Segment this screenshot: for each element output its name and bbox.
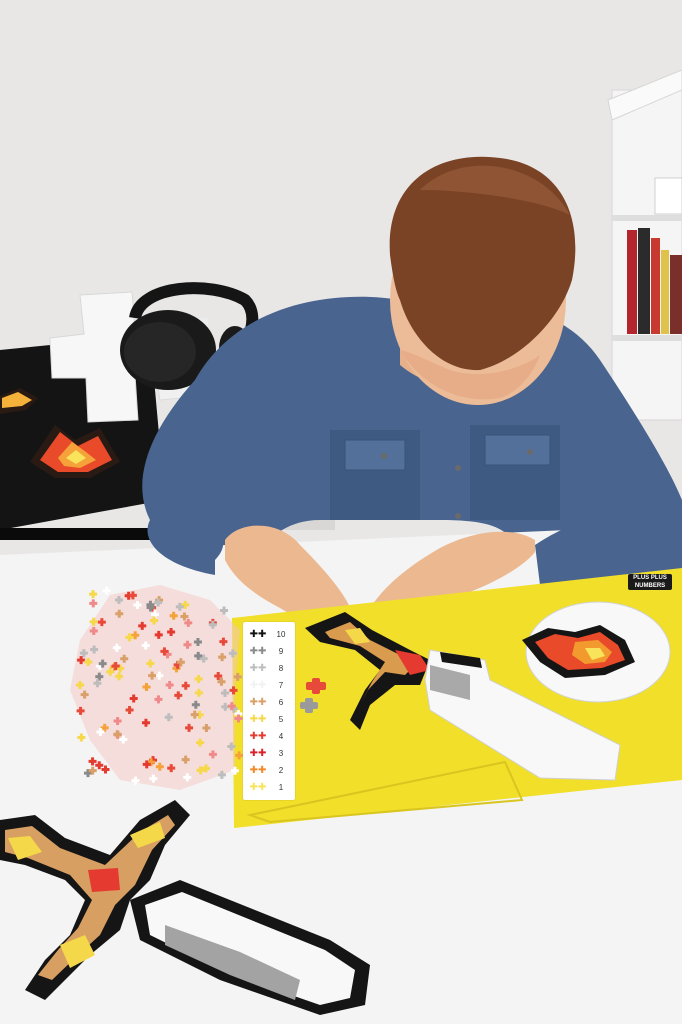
strip-row: ✚✚ 2 bbox=[243, 764, 295, 778]
plus-piece-icon: ✚✚ bbox=[249, 629, 267, 640]
strip-number: 1 bbox=[278, 783, 284, 792]
plus-piece-icon: ✚✚ bbox=[249, 714, 267, 725]
strip-row: ✚✚ 6 bbox=[243, 696, 295, 710]
strip-row: ✚✚ 8 bbox=[243, 662, 295, 676]
strip-number: 6 bbox=[278, 698, 284, 707]
strip-row: ✚✚ 1 bbox=[243, 781, 295, 795]
plus-piece-icon: ✚✚ bbox=[249, 782, 267, 793]
shirt-pocket-left bbox=[344, 439, 406, 471]
book bbox=[661, 250, 669, 334]
plus-piece-icon: ✚✚ bbox=[249, 697, 267, 708]
plus-piece-icon: ✚✚ bbox=[249, 663, 267, 674]
scene-illustration bbox=[0, 0, 682, 1024]
strip-row: ✚✚ 5 bbox=[243, 713, 295, 727]
shirt-pocket-right bbox=[484, 434, 551, 466]
bookshelf bbox=[607, 69, 682, 421]
plus-piece-icon: ✚✚ bbox=[249, 731, 267, 742]
strip-number: 8 bbox=[278, 664, 284, 673]
strip-row: ✚✚ 10 bbox=[243, 628, 295, 642]
strip-number: 3 bbox=[278, 749, 284, 758]
plus-piece-icon: ✚✚ bbox=[249, 765, 267, 776]
book bbox=[627, 230, 637, 334]
photo-scene: PLUS PLUS NUMBERS ✚✚ 10 ✚✚ 9 ✚✚ 8 ✚✚ 7 ✚✚ 6 ✚✚ 5 ✚✚ 4… bbox=[0, 0, 682, 1024]
number-strip: ✚✚ 10 ✚✚ 9 ✚✚ 8 ✚✚ 7 ✚✚ 6 ✚✚ 5 ✚✚ 4 ✚✚ 3 ✚✚ 2 ✚✚ 1 bbox=[243, 622, 295, 800]
book bbox=[670, 255, 682, 334]
brand-label: PLUS PLUS NUMBERS bbox=[628, 574, 672, 590]
strip-row: ✚✚ 3 bbox=[243, 747, 295, 761]
strip-row: ✚✚ 7 bbox=[243, 679, 295, 693]
strip-number: 10 bbox=[276, 630, 286, 639]
strip-number: 5 bbox=[278, 715, 284, 724]
strip-number: 9 bbox=[278, 647, 284, 656]
strip-row: ✚✚ 9 bbox=[243, 645, 295, 659]
plus-piece-icon: ✚✚ bbox=[249, 748, 267, 759]
strip-number: 2 bbox=[278, 766, 284, 775]
plus-piece-icon: ✚✚ bbox=[249, 646, 267, 657]
book bbox=[651, 238, 660, 334]
book bbox=[638, 228, 650, 334]
strip-row: ✚✚ 4 bbox=[243, 730, 295, 744]
strip-number: 4 bbox=[278, 732, 284, 741]
plus-piece-icon: ✚✚ bbox=[249, 680, 267, 691]
strip-number: 7 bbox=[278, 681, 284, 690]
